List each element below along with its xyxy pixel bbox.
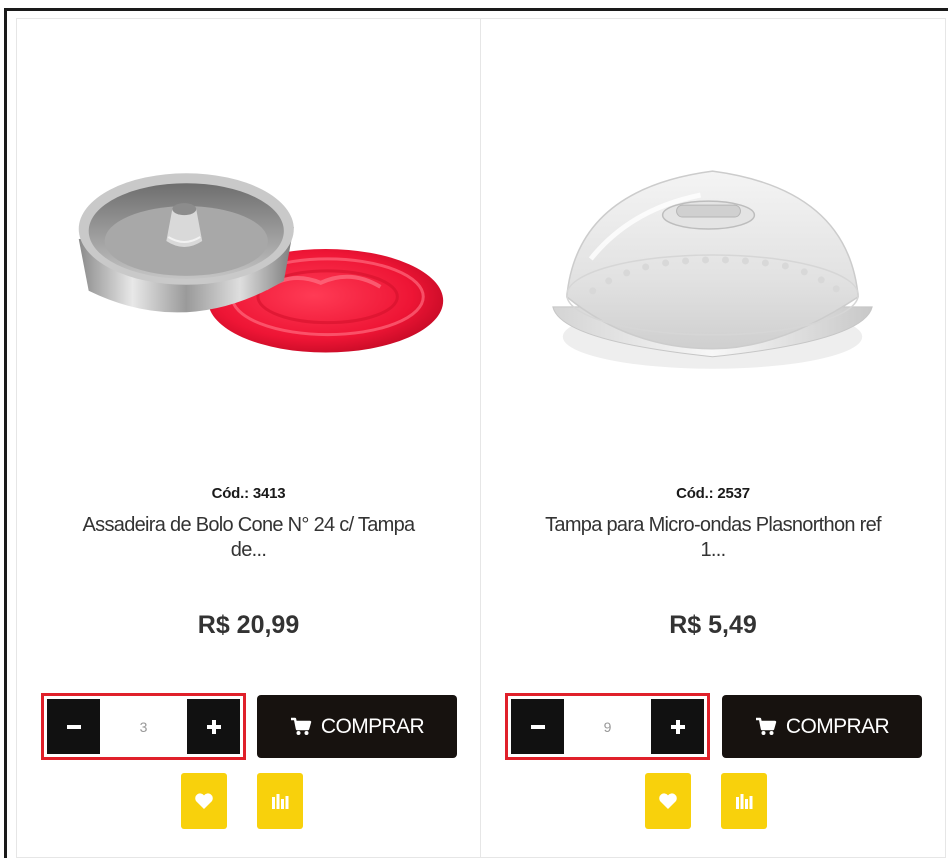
cart-icon bbox=[290, 717, 312, 735]
favorite-button[interactable] bbox=[645, 773, 691, 829]
product-name[interactable]: Assadeira de Bolo Cone N° 24 c/ Tampa de… bbox=[67, 513, 430, 563]
quantity-input[interactable] bbox=[564, 699, 651, 754]
product-card: Cód.: 3413 Assadeira de Bolo Cone N° 24 … bbox=[16, 18, 481, 858]
product-price: R$ 5,49 bbox=[669, 611, 757, 639]
product-code: Cód.: 2537 bbox=[676, 485, 750, 502]
plus-icon bbox=[206, 719, 221, 734]
heart-icon bbox=[195, 793, 213, 809]
product-name[interactable]: Tampa para Micro-ondas Plasnorthon ref 1… bbox=[531, 513, 895, 563]
quantity-stepper bbox=[41, 693, 246, 760]
compare-button[interactable] bbox=[721, 773, 767, 829]
product-code: Cód.: 3413 bbox=[211, 485, 286, 502]
heart-icon bbox=[659, 793, 677, 809]
product-grid: Cód.: 3413 Assadeira de Bolo Cone N° 24 … bbox=[16, 18, 946, 858]
decrease-quantity-button[interactable] bbox=[511, 699, 564, 754]
increase-quantity-button[interactable] bbox=[187, 699, 240, 754]
cart-icon bbox=[755, 717, 777, 735]
decrease-quantity-button[interactable] bbox=[47, 699, 100, 754]
increase-quantity-button[interactable] bbox=[651, 699, 704, 754]
compare-icon bbox=[736, 794, 753, 809]
buy-button[interactable]: COMPRAR bbox=[722, 695, 922, 758]
compare-button[interactable] bbox=[257, 773, 303, 829]
product-card: Cód.: 2537 Tampa para Micro-ondas Plasno… bbox=[481, 18, 946, 858]
product-price: R$ 20,99 bbox=[197, 611, 300, 639]
favorite-button[interactable] bbox=[181, 773, 227, 829]
buy-button-label: COMPRAR bbox=[785, 714, 890, 738]
product-image[interactable] bbox=[17, 19, 480, 459]
minus-icon bbox=[530, 724, 545, 729]
quantity-input[interactable] bbox=[100, 699, 187, 754]
buy-button[interactable]: COMPRAR bbox=[257, 695, 457, 758]
quantity-stepper bbox=[505, 693, 710, 760]
buy-button-label: COMPRAR bbox=[320, 714, 425, 738]
compare-icon bbox=[272, 794, 289, 809]
plus-icon bbox=[670, 719, 685, 734]
product-image[interactable] bbox=[481, 19, 945, 459]
minus-icon bbox=[66, 724, 81, 729]
